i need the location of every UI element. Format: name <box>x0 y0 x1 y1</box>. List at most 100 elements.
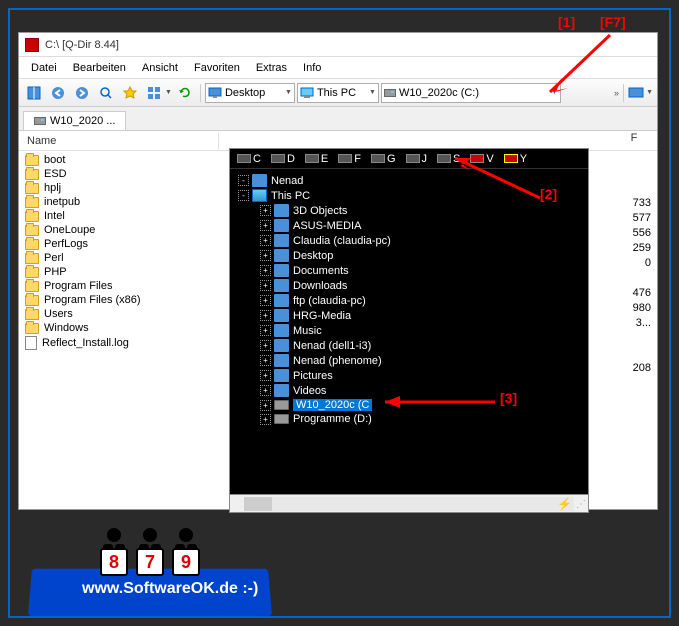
file-row[interactable]: Program Files (x86) <box>19 293 219 307</box>
file-row[interactable]: inetpub <box>19 195 219 209</box>
layout-button[interactable] <box>23 82 45 104</box>
tab-drive[interactable]: W10_2020 ... <box>23 111 126 130</box>
file-row[interactable]: Windows <box>19 321 219 335</box>
tree-row[interactable]: +Nenad (phenome) <box>230 353 588 368</box>
folder-icon <box>25 225 39 236</box>
fld-icon <box>274 384 289 397</box>
file-row[interactable]: PHP <box>19 265 219 279</box>
tree-label: Claudia (claudia-pc) <box>293 235 391 247</box>
lightning-icon[interactable]: ⚡ <box>557 497 572 511</box>
tab-label: W10_2020 ... <box>50 115 115 127</box>
refresh-button[interactable] <box>174 82 196 104</box>
tree-row[interactable]: +Downloads <box>230 278 588 293</box>
col-name[interactable]: Name <box>19 133 219 149</box>
tree-expander[interactable]: + <box>260 295 271 306</box>
tree-expander[interactable]: + <box>260 340 271 351</box>
resize-grip-icon[interactable]: ⋰ <box>576 499 586 510</box>
combo-desktop[interactable]: Desktop ▼ <box>205 83 295 103</box>
fld-icon <box>274 264 289 277</box>
file-name: boot <box>44 154 65 166</box>
menu-ansicht[interactable]: Ansicht <box>134 60 186 76</box>
tree-row[interactable]: + Claudia (claudia-pc) <box>230 233 588 248</box>
drive-letter-E[interactable]: E <box>302 152 331 166</box>
pc-icon <box>252 189 267 202</box>
drive-letter-C[interactable]: C <box>234 152 264 166</box>
drive-letter-F[interactable]: F <box>335 152 364 166</box>
size-value: 577 <box>617 211 651 226</box>
chevron-down-icon[interactable]: ▼ <box>165 89 172 96</box>
menu-extras[interactable]: Extras <box>248 60 295 76</box>
file-icon <box>25 336 37 350</box>
tree-expander[interactable]: + <box>260 400 271 411</box>
back-button[interactable] <box>47 82 69 104</box>
file-row[interactable]: ESD <box>19 167 219 181</box>
tree-label: Desktop <box>293 250 333 262</box>
tree-row[interactable]: + Music <box>230 323 588 338</box>
file-row[interactable]: boot <box>19 153 219 167</box>
tree-label: Music <box>293 325 322 337</box>
tree-expander[interactable]: + <box>260 280 271 291</box>
forward-button[interactable] <box>71 82 93 104</box>
file-list-pane[interactable]: bootESDhpljinetpubIntelOneLoupePerfLogsP… <box>19 151 219 509</box>
col-right[interactable]: F <box>617 131 651 151</box>
grid-button[interactable] <box>143 82 165 104</box>
tree-row[interactable]: + ftp (claudia-pc) <box>230 293 588 308</box>
star-button[interactable] <box>119 82 141 104</box>
tree-expander[interactable]: + <box>260 265 271 276</box>
combo-drive[interactable]: W10_2020c (C:) ▼ <box>381 83 561 103</box>
menu-bearbeiten[interactable]: Bearbeiten <box>65 60 134 76</box>
file-row[interactable]: Users <box>19 307 219 321</box>
menu-info[interactable]: Info <box>295 60 329 76</box>
tree-expander[interactable]: + <box>260 250 271 261</box>
tree-expander[interactable]: + <box>260 385 271 396</box>
file-row[interactable]: hplj <box>19 181 219 195</box>
tree-row[interactable]: + Desktop <box>230 248 588 263</box>
tree-row[interactable]: +HRG-Media <box>230 308 588 323</box>
app-icon <box>25 38 39 52</box>
drive-icon <box>271 154 285 163</box>
tree-label: 3D Objects <box>293 205 347 217</box>
size-value <box>617 151 651 166</box>
drive-letter-D[interactable]: D <box>268 152 298 166</box>
file-row[interactable]: Perl <box>19 251 219 265</box>
tree-expander[interactable]: + <box>260 235 271 246</box>
scroll-thumb[interactable] <box>244 497 272 511</box>
tree-expander[interactable]: - <box>238 175 249 186</box>
folder-icon <box>25 169 39 180</box>
file-name: Program Files (x86) <box>44 294 141 306</box>
tree-row[interactable]: +Nenad (dell1-i3) <box>230 338 588 353</box>
tree-expander[interactable]: + <box>260 205 271 216</box>
menu-favoriten[interactable]: Favoriten <box>186 60 248 76</box>
file-row[interactable]: Program Files <box>19 279 219 293</box>
file-row[interactable]: OneLoupe <box>19 223 219 237</box>
horizontal-scrollbar[interactable]: ⚡ ⋰ <box>230 494 588 512</box>
size-value <box>617 346 651 361</box>
folder-tree[interactable]: -Nenad-This PC+3D Objects+ASUS-MEDIA+Cla… <box>230 169 588 489</box>
tree-expander[interactable]: - <box>238 190 249 201</box>
tree-expander[interactable]: + <box>260 370 271 381</box>
file-row[interactable]: PerfLogs <box>19 237 219 251</box>
tree-expander[interactable]: + <box>260 355 271 366</box>
drive-icon <box>305 154 319 163</box>
tree-expander[interactable]: + <box>260 220 271 231</box>
tree-expander[interactable]: + <box>260 414 271 425</box>
file-row[interactable]: Intel <box>19 209 219 223</box>
menu-datei[interactable]: Datei <box>23 60 65 76</box>
tree-row[interactable]: +Programme (D:) <box>230 412 588 426</box>
drive-icon <box>237 154 251 163</box>
file-row[interactable]: Reflect_Install.log <box>19 335 219 351</box>
tree-row[interactable]: +ASUS-MEDIA <box>230 218 588 233</box>
combo-thispc[interactable]: This PC ▼ <box>297 83 379 103</box>
tree-label: ftp (claudia-pc) <box>293 295 366 307</box>
drive-letter-J[interactable]: J <box>403 152 431 166</box>
chevron-down-icon[interactable]: ▼ <box>646 89 653 96</box>
logo-figure: 7 <box>136 528 164 576</box>
tree-label: Pictures <box>293 370 333 382</box>
tree-expander[interactable]: + <box>260 310 271 321</box>
combo-drive-label: W10_2020c (C:) <box>399 87 479 99</box>
tree-row[interactable]: +Documents <box>230 263 588 278</box>
drive-letter-G[interactable]: G <box>368 152 399 166</box>
tree-expander[interactable]: + <box>260 325 271 336</box>
magnify-button[interactable] <box>95 82 117 104</box>
tree-row[interactable]: + Pictures <box>230 368 588 383</box>
